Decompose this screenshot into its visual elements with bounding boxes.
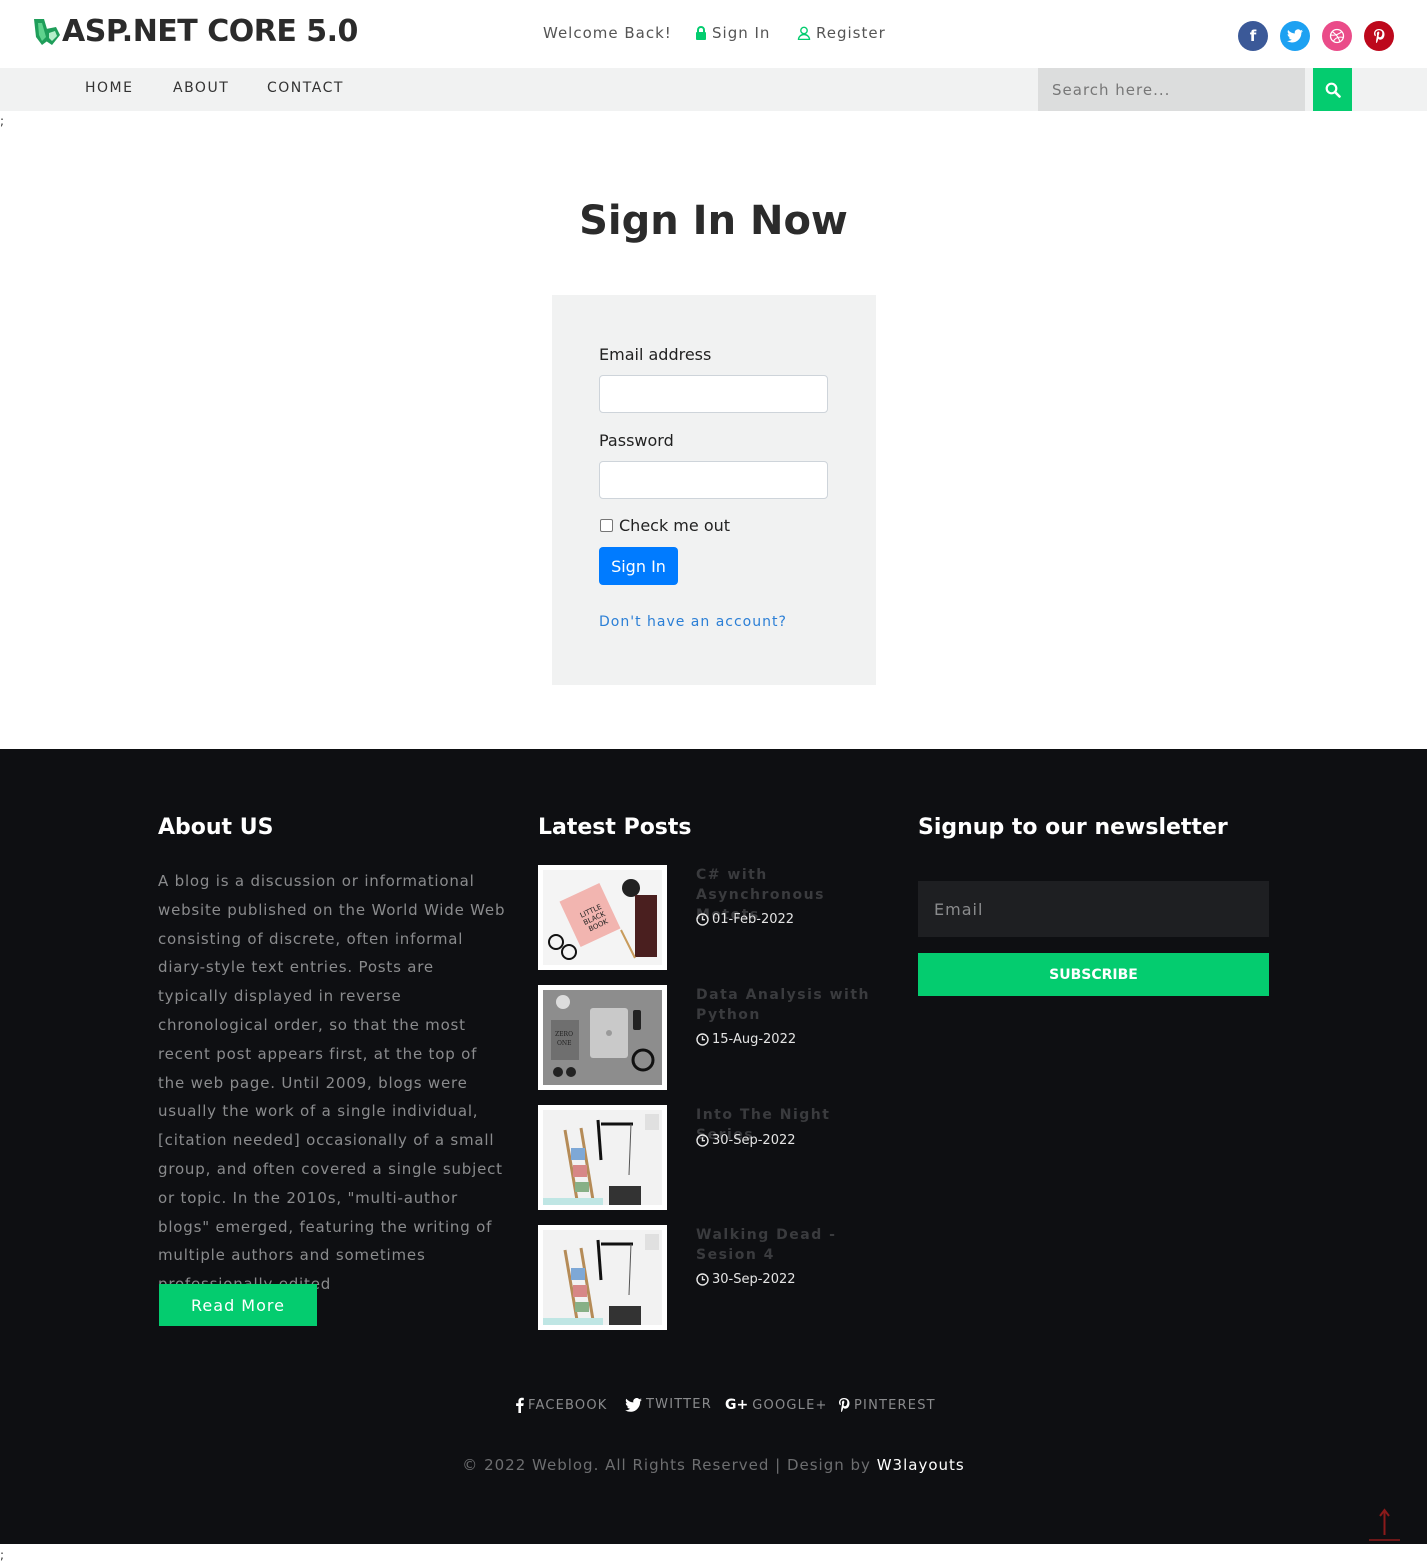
- newsletter-heading: Signup to our newsletter: [918, 815, 1228, 840]
- post-title[interactable]: Data Analysis with Python: [696, 985, 886, 1025]
- page-title: Sign In Now: [579, 198, 848, 244]
- signin-form: Email address Password Check me out Sign…: [552, 295, 876, 685]
- signin-link[interactable]: Sign In: [695, 24, 770, 42]
- newsletter-email-input[interactable]: [918, 881, 1269, 937]
- post-item[interactable]: ZERO ONE Data Analysis with Python 15-Au…: [538, 985, 898, 1090]
- copyright: © 2022 Weblog. All Rights Reserved | Des…: [0, 1456, 1427, 1474]
- post-item[interactable]: Into The Night Series 30-Sep-2022: [538, 1105, 898, 1210]
- lock-icon: [696, 26, 706, 40]
- facebook-icon: [516, 1397, 524, 1413]
- post-date-text: 30-Sep-2022: [712, 1272, 796, 1287]
- google-plus-icon: G+: [725, 1397, 749, 1413]
- facebook-icon[interactable]: f: [1238, 21, 1268, 51]
- logo[interactable]: ASP.NET CORE 5.0: [32, 14, 358, 49]
- read-more-button[interactable]: Read More: [159, 1284, 317, 1326]
- main-nav: HOME ABOUT CONTACT: [0, 68, 1427, 111]
- header-socials: f: [1238, 21, 1394, 51]
- register-prompt-link[interactable]: Don't have an account?: [599, 614, 787, 630]
- search-input[interactable]: [1038, 68, 1305, 111]
- stray-semicolon: ;: [0, 1548, 5, 1562]
- about-text: A blog is a discussion or informational …: [158, 872, 506, 1293]
- stray-semicolon: ;: [0, 114, 5, 128]
- pinterest-icon: [839, 1398, 850, 1412]
- footer-twitter-label: TWITTER: [646, 1397, 712, 1412]
- pinterest-icon[interactable]: [1364, 21, 1394, 51]
- subscribe-button[interactable]: SUBSCRIBE: [918, 953, 1269, 996]
- register-link[interactable]: Register: [797, 24, 886, 42]
- post-date: 30-Sep-2022: [696, 1133, 796, 1148]
- nav-about[interactable]: ABOUT: [173, 80, 229, 96]
- password-field[interactable]: [599, 461, 828, 499]
- welcome-text: Welcome Back!: [543, 24, 672, 42]
- post-item[interactable]: LITTLE BLACK BOOK C# with Asynchronous M…: [538, 865, 898, 970]
- footer-pinterest-link[interactable]: PINTEREST: [838, 1397, 936, 1413]
- email-label: Email address: [599, 345, 712, 364]
- post-date: 15-Aug-2022: [696, 1032, 796, 1047]
- signin-button[interactable]: Sign In: [599, 547, 678, 585]
- latest-posts-heading: Latest Posts: [538, 815, 692, 840]
- post-date-text: 01-Feb-2022: [712, 912, 795, 927]
- clock-icon: [696, 913, 709, 926]
- search-button[interactable]: [1313, 68, 1352, 111]
- post-date: 01-Feb-2022: [696, 912, 794, 927]
- nav-home[interactable]: HOME: [85, 80, 133, 96]
- top-header: ASP.NET CORE 5.0 Welcome Back! Sign In R…: [0, 0, 1427, 68]
- clock-icon: [696, 1033, 709, 1046]
- signin-label: Sign In: [712, 24, 771, 42]
- footer-facebook-link[interactable]: FACEBOOK: [515, 1397, 608, 1413]
- footer-googleplus-link[interactable]: G+ GOOGLE+: [725, 1397, 828, 1413]
- footer-facebook-label: FACEBOOK: [528, 1397, 608, 1413]
- search-icon: [1325, 82, 1341, 98]
- footer-googleplus-label: GOOGLE+: [752, 1397, 828, 1413]
- password-label: Password: [599, 431, 674, 450]
- user-icon: [797, 26, 811, 40]
- clock-icon: [696, 1273, 709, 1286]
- post-title[interactable]: Walking Dead - Sesion 4: [696, 1225, 886, 1265]
- w3layouts-link[interactable]: W3layouts: [877, 1456, 965, 1474]
- post-date: 30-Sep-2022: [696, 1272, 796, 1287]
- post-thumbnail[interactable]: LITTLE BLACK BOOK: [538, 865, 667, 970]
- nav-contact[interactable]: CONTACT: [267, 80, 344, 96]
- logo-text: ASP.NET CORE 5.0: [62, 14, 358, 49]
- footer-twitter-link[interactable]: TWITTER: [625, 1397, 712, 1412]
- post-thumbnail[interactable]: ZERO ONE: [538, 985, 667, 1090]
- footer: About US A blog is a discussion or infor…: [0, 749, 1427, 1544]
- register-label: Register: [816, 24, 886, 42]
- check-me-out-checkbox[interactable]: [600, 519, 613, 532]
- check-me-out-label[interactable]: Check me out: [619, 516, 730, 535]
- arrow-up-icon: [1369, 1508, 1400, 1541]
- svg-text:ZERO: ZERO: [555, 1031, 573, 1038]
- copyright-text: © 2022 Weblog. All Rights Reserved | Des…: [462, 1456, 871, 1474]
- post-date-text: 15-Aug-2022: [712, 1032, 797, 1047]
- email-field[interactable]: [599, 375, 828, 413]
- logo-icon: [34, 18, 60, 45]
- svg-text:ONE: ONE: [557, 1040, 572, 1047]
- post-item[interactable]: Walking Dead - Sesion 4 30-Sep-2022: [538, 1225, 898, 1330]
- twitter-icon[interactable]: [1280, 21, 1310, 51]
- clock-icon: [696, 1134, 709, 1147]
- post-date-text: 30-Sep-2022: [712, 1133, 796, 1148]
- back-to-top-button[interactable]: [1368, 1507, 1401, 1543]
- post-thumbnail[interactable]: [538, 1105, 667, 1210]
- footer-pinterest-label: PINTEREST: [854, 1397, 936, 1413]
- about-heading: About US: [158, 815, 274, 840]
- twitter-icon: [625, 1397, 642, 1412]
- dribbble-icon[interactable]: [1322, 21, 1352, 51]
- post-thumbnail[interactable]: [538, 1225, 667, 1330]
